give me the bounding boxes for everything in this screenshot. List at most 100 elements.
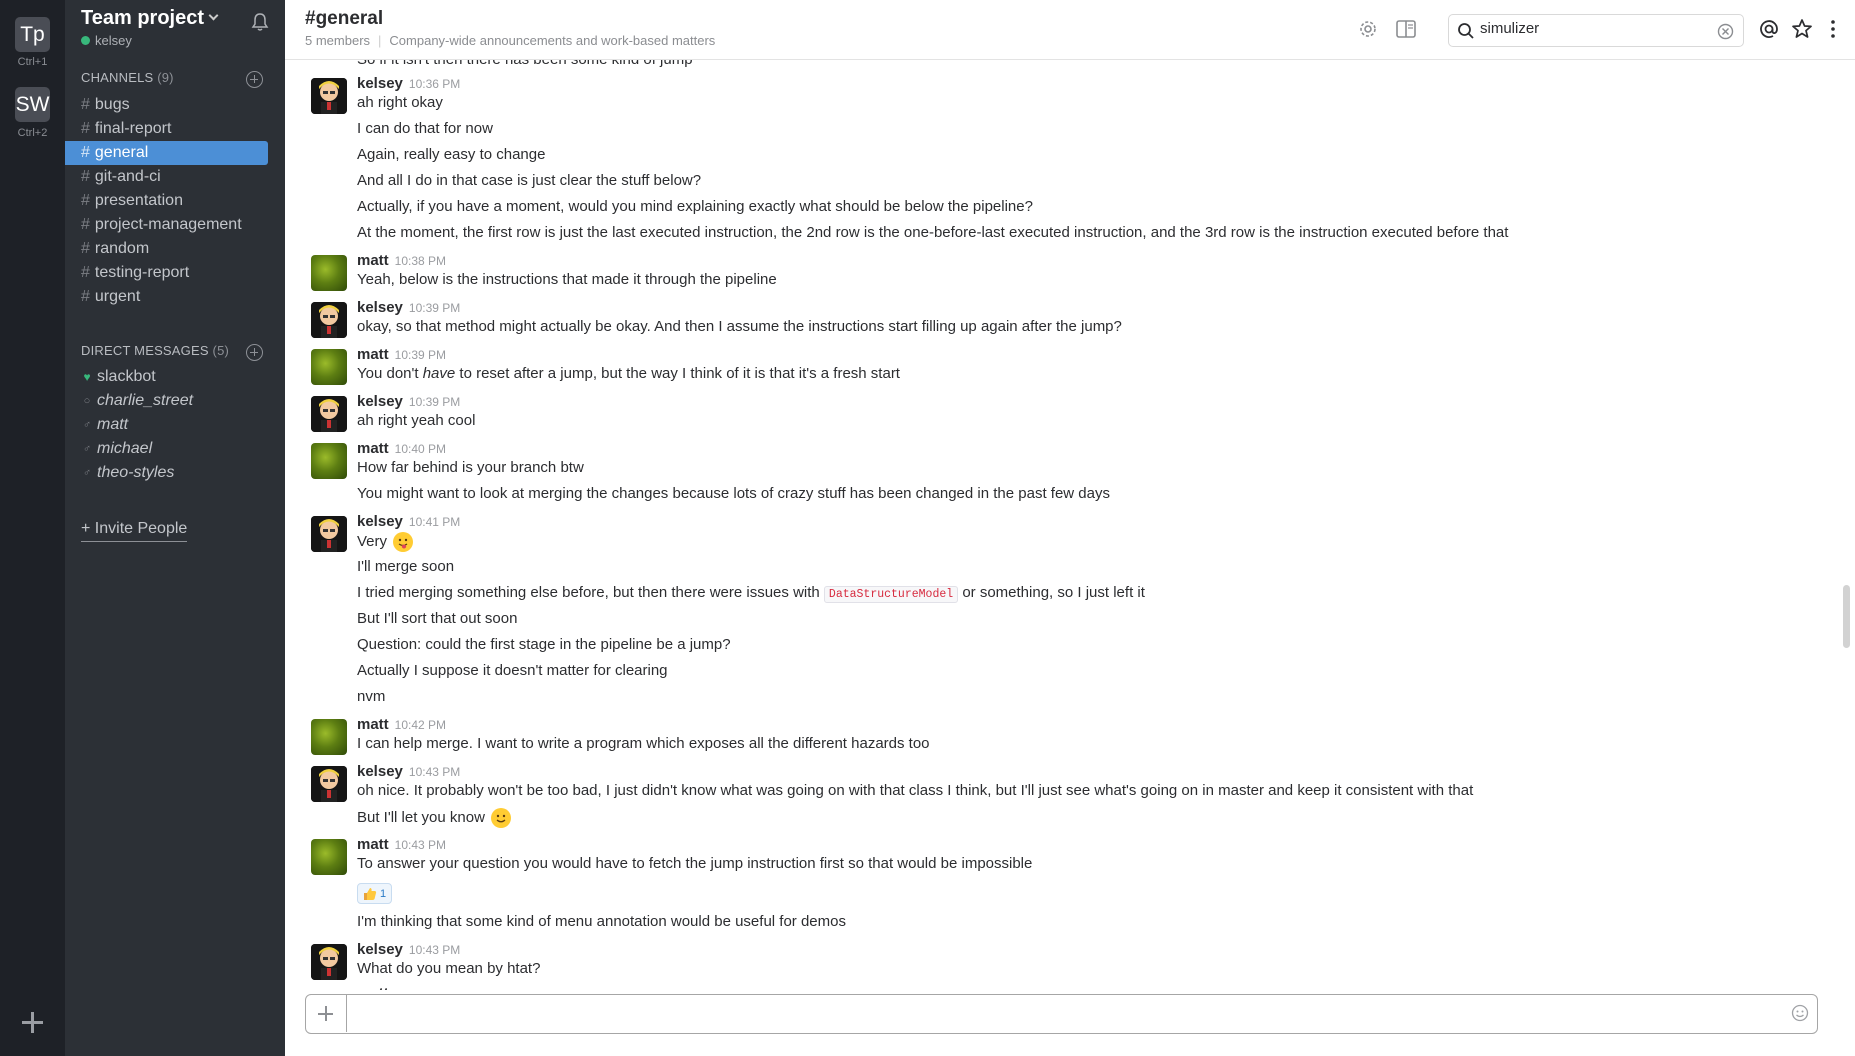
emphasis-text: have bbox=[422, 365, 456, 382]
dm-label: DIRECT MESSAGES bbox=[81, 343, 209, 358]
message-author[interactable]: kelsey 10:36 PM bbox=[357, 75, 460, 92]
message-author[interactable]: kelsey 10:43 PM bbox=[357, 763, 460, 780]
kelsey-avatar-image bbox=[311, 516, 347, 552]
channel-item-project-management[interactable]: # project-management bbox=[65, 213, 268, 237]
message-timestamp[interactable]: 10:43 PM bbox=[409, 943, 460, 957]
channels-count: (9) bbox=[157, 70, 174, 85]
add-channel-icon[interactable] bbox=[246, 71, 263, 88]
message-timestamp[interactable]: 10:38 PM bbox=[395, 254, 446, 268]
message-text: But I'll let you know bbox=[357, 808, 512, 828]
more-options-icon[interactable] bbox=[1822, 18, 1844, 40]
author-name: kelsey bbox=[357, 299, 403, 316]
message-author[interactable]: matt 10:39 PM bbox=[357, 346, 446, 363]
author-name: kelsey bbox=[357, 393, 403, 410]
dm-item-charlie-street[interactable]: ○ charlie_street bbox=[81, 392, 193, 410]
avatar[interactable] bbox=[311, 839, 347, 875]
channel-item-urgent[interactable]: # urgent bbox=[65, 285, 268, 309]
channel-item-final-report[interactable]: # final-report bbox=[65, 117, 268, 141]
direct-messages-header[interactable]: DIRECT MESSAGES (5) bbox=[81, 343, 229, 358]
message-author[interactable]: matt 10:40 PM bbox=[357, 440, 446, 457]
author-name: matt bbox=[357, 346, 389, 363]
message-author[interactable]: kelsey 10:39 PM bbox=[357, 299, 460, 316]
search-input[interactable] bbox=[1480, 20, 1700, 37]
attach-file-icon[interactable] bbox=[306, 995, 347, 1032]
message-text: To answer your question you would have t… bbox=[357, 855, 1033, 872]
add-team-icon[interactable] bbox=[20, 1010, 45, 1035]
hash-icon: # bbox=[81, 288, 90, 305]
message-text: okay, so that method might actually be o… bbox=[357, 318, 1122, 335]
avatar[interactable] bbox=[311, 944, 347, 980]
dm-label: theo-styles bbox=[97, 464, 175, 481]
message-list[interactable]: So if it isn't then there has been some … bbox=[285, 60, 1845, 990]
heart-icon: ♥ bbox=[83, 370, 91, 384]
clear-search-icon[interactable] bbox=[1717, 23, 1734, 40]
message-timestamp[interactable]: 10:42 PM bbox=[395, 718, 446, 732]
message-text: nvm bbox=[357, 688, 386, 705]
dm-item-michael[interactable]: ♂ michael bbox=[81, 440, 152, 458]
avatar[interactable] bbox=[311, 255, 347, 291]
channel-label: final-report bbox=[94, 120, 172, 137]
avatar[interactable] bbox=[311, 78, 347, 114]
star-icon[interactable] bbox=[1791, 18, 1813, 40]
message-timestamp[interactable]: 10:40 PM bbox=[395, 442, 446, 456]
gear-icon[interactable] bbox=[1357, 18, 1379, 40]
reaction-thumbs-up[interactable]: 1 bbox=[357, 883, 393, 904]
channel-item-general[interactable]: # general bbox=[65, 141, 268, 165]
channel-item-presentation[interactable]: # presentation bbox=[65, 189, 268, 213]
bell-icon[interactable] bbox=[251, 12, 269, 32]
channel-item-testing-report[interactable]: # testing-report bbox=[65, 261, 268, 285]
avatar[interactable] bbox=[311, 302, 347, 338]
channel-item-git-and-ci[interactable]: # git-and-ci bbox=[65, 165, 268, 189]
message-author[interactable]: matt bbox=[357, 985, 389, 990]
message-author[interactable]: matt 10:43 PM bbox=[357, 836, 446, 853]
sidebar-toggle-icon[interactable] bbox=[1395, 18, 1417, 40]
message-timestamp[interactable]: 10:39 PM bbox=[395, 348, 446, 362]
dm-item-slackbot[interactable]: ♥ slackbot bbox=[81, 368, 155, 386]
message-timestamp[interactable]: 10:43 PM bbox=[409, 765, 460, 779]
avatar[interactable] bbox=[311, 443, 347, 479]
search-box[interactable] bbox=[1448, 14, 1744, 47]
avatar[interactable] bbox=[311, 766, 347, 802]
mentions-icon[interactable] bbox=[1758, 18, 1780, 40]
channel-title[interactable]: #general bbox=[305, 8, 383, 30]
dm-item-theo-styles[interactable]: ♂ theo-styles bbox=[81, 464, 175, 482]
invite-people-link[interactable]: + Invite People bbox=[81, 520, 188, 542]
team-tile-sw[interactable]: SW bbox=[15, 87, 50, 122]
avatar[interactable] bbox=[311, 719, 347, 755]
message-text: I'm thinking that some kind of menu anno… bbox=[357, 913, 846, 930]
channel-item-bugs[interactable]: # bugs bbox=[65, 93, 268, 117]
avatar[interactable] bbox=[311, 396, 347, 432]
channel-item-random[interactable]: # random bbox=[65, 237, 268, 261]
emoji-picker-icon[interactable] bbox=[1791, 1004, 1809, 1022]
message-scrollbar[interactable] bbox=[1843, 585, 1850, 648]
dm-item-matt[interactable]: ♂ matt bbox=[81, 416, 128, 434]
message-author[interactable]: kelsey 10:41 PM bbox=[357, 513, 460, 530]
message-text: Actually, if you have a moment, would yo… bbox=[357, 198, 1033, 215]
message-text: oh nice. It probably won't be too bad, I… bbox=[357, 782, 1474, 799]
message-timestamp[interactable]: 10:36 PM bbox=[409, 77, 460, 91]
message-author[interactable]: kelsey 10:43 PM bbox=[357, 941, 460, 958]
message-timestamp[interactable]: 10:41 PM bbox=[409, 515, 460, 529]
channels-header[interactable]: CHANNELS (9) bbox=[81, 70, 174, 85]
avatar[interactable] bbox=[311, 516, 347, 552]
message-author[interactable]: matt 10:42 PM bbox=[357, 716, 446, 733]
message-author[interactable]: kelsey 10:39 PM bbox=[357, 393, 460, 410]
dm-count: (5) bbox=[212, 343, 230, 358]
hash-icon: # bbox=[81, 168, 90, 185]
channel-label: project-management bbox=[94, 216, 242, 233]
team-tile-tp[interactable]: Tp bbox=[15, 17, 50, 52]
channel-header: #general 5 members | Company-wide announ… bbox=[285, 0, 1855, 60]
channel-label: testing-report bbox=[94, 264, 190, 281]
message-author[interactable]: matt 10:38 PM bbox=[357, 252, 446, 269]
team-name-menu[interactable]: Team project bbox=[81, 7, 219, 30]
message-text: At the moment, the first row is just the… bbox=[357, 224, 1509, 241]
avatar[interactable] bbox=[311, 349, 347, 385]
member-count[interactable]: 5 members bbox=[305, 33, 370, 48]
message-timestamp[interactable]: 10:43 PM bbox=[395, 838, 446, 852]
message-input[interactable] bbox=[356, 1003, 1756, 1025]
message-timestamp[interactable]: 10:39 PM bbox=[409, 395, 460, 409]
message-composer bbox=[305, 994, 1818, 1034]
message-timestamp[interactable]: 10:39 PM bbox=[409, 301, 460, 315]
message-text: You might want to look at merging the ch… bbox=[357, 485, 1110, 502]
add-direct-message-icon[interactable] bbox=[246, 344, 263, 361]
